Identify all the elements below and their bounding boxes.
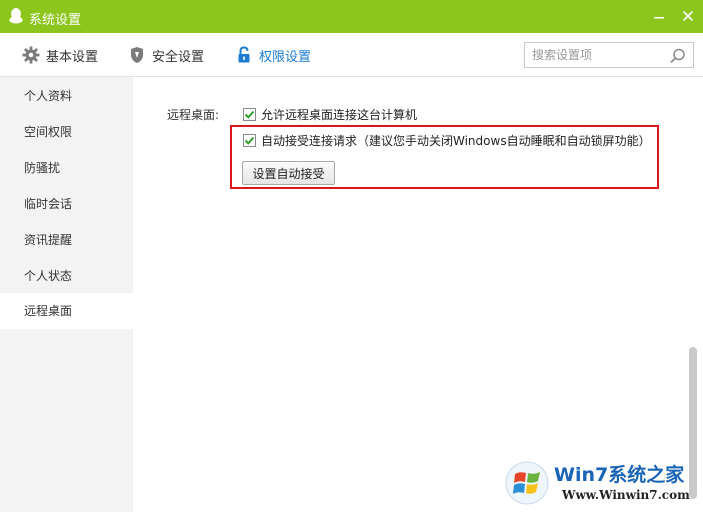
tab-label: 权限设置 (259, 49, 312, 65)
sidebar-item-label: 临时会话 (24, 197, 73, 211)
set-auto-accept-button[interactable]: 设置自动接受 (242, 161, 335, 185)
sidebar-item-space-permission[interactable]: 空间权限 (0, 114, 133, 150)
auto-accept-checkbox-row[interactable]: 自动接受连接请求（建议您手动关闭Windows自动睡眠和自动锁屏功能） (243, 132, 651, 149)
sidebar-item-label: 个人状态 (24, 269, 73, 283)
watermark: Win7系统之家 Www.Winwin7.com (504, 458, 699, 508)
close-icon (682, 10, 694, 22)
main-panel: 远程桌面: 允许远程桌面连接这台计算机 自动接受连接请求（建议您手动关闭Wind… (133, 77, 703, 512)
title-bar: 系统设置 (0, 0, 703, 33)
allow-remote-checkbox[interactable] (243, 108, 256, 121)
checkmark-icon (244, 110, 255, 119)
lock-icon (235, 46, 253, 64)
tab-permission-settings[interactable]: 权限设置 (235, 45, 311, 65)
sidebar-item-label: 空间权限 (24, 125, 73, 139)
watermark-url: Www.Winwin7.com (562, 488, 690, 502)
checkmark-icon (244, 136, 255, 145)
sidebar-item-label: 防骚扰 (24, 161, 61, 175)
auto-accept-checkbox[interactable] (243, 134, 256, 147)
gear-icon (22, 46, 40, 64)
sidebar-item-label: 资讯提醒 (24, 233, 73, 247)
sidebar-item-news-reminder[interactable]: 资讯提醒 (0, 222, 133, 258)
penguin-icon (9, 8, 23, 24)
sidebar: 个人资料 空间权限 防骚扰 临时会话 资讯提醒 个人状态 远程桌面 (0, 77, 133, 512)
auto-accept-label: 自动接受连接请求（建议您手动关闭Windows自动睡眠和自动锁屏功能） (261, 134, 651, 148)
sidebar-item-profile[interactable]: 个人资料 (0, 78, 133, 114)
tab-basic-settings[interactable]: 基本设置 (22, 45, 98, 65)
search-box (524, 42, 694, 68)
minimize-button[interactable] (650, 7, 668, 25)
search-input[interactable] (525, 43, 665, 67)
sidebar-item-temp-session[interactable]: 临时会话 (0, 186, 133, 222)
allow-remote-label: 允许远程桌面连接这台计算机 (261, 108, 418, 122)
tab-label: 基本设置 (46, 49, 99, 65)
tab-label: 安全设置 (152, 49, 205, 65)
settings-toolbar: 基本设置 安全设置 权限设置 (0, 33, 703, 77)
close-button[interactable] (679, 7, 697, 25)
sidebar-item-remote-desktop[interactable]: 远程桌面 (0, 293, 133, 329)
sidebar-item-personal-status[interactable]: 个人状态 (0, 258, 133, 294)
sidebar-item-label: 远程桌面 (24, 304, 73, 318)
shield-icon (128, 46, 146, 64)
search-icon[interactable] (669, 47, 687, 65)
sidebar-item-label: 个人资料 (24, 89, 73, 103)
allow-remote-checkbox-row[interactable]: 允许远程桌面连接这台计算机 (243, 106, 417, 123)
tab-security-settings[interactable]: 安全设置 (128, 45, 204, 65)
watermark-title: Win7系统之家 (554, 464, 685, 486)
windows-logo-icon (505, 461, 549, 505)
sidebar-item-anti-harassment[interactable]: 防骚扰 (0, 150, 133, 186)
minimize-icon (654, 17, 664, 19)
window-title: 系统设置 (29, 13, 82, 28)
section-label-remote-desktop: 远程桌面: (167, 108, 220, 122)
